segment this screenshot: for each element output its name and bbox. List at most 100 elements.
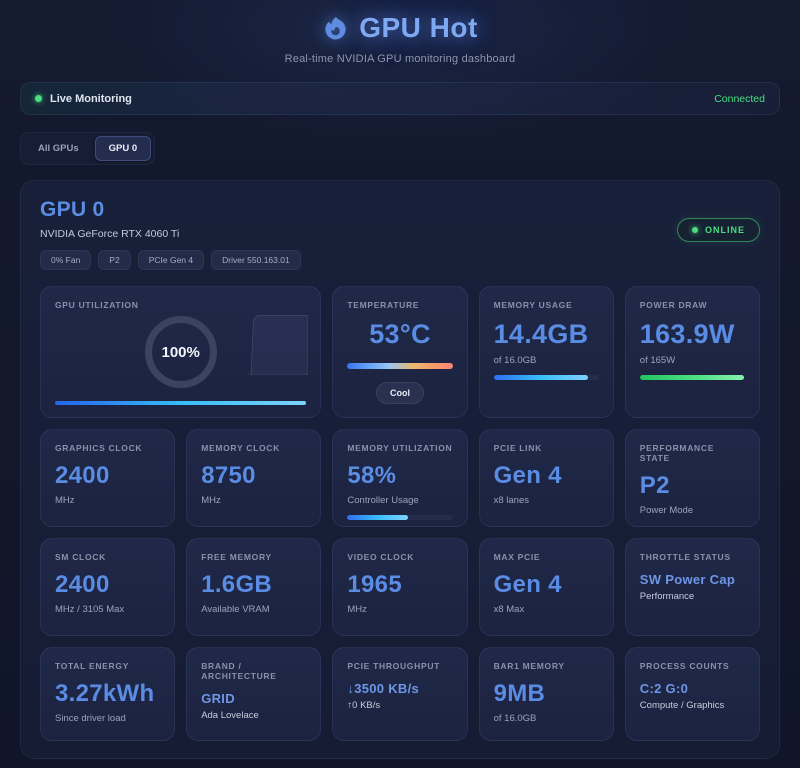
card-memory-utilization: MEMORY UTILIZATION 58% Controller Usage [332, 429, 467, 527]
graphics-clock-sub: MHz [55, 495, 160, 506]
badge-pstate: P2 [98, 250, 130, 270]
card-sm-clock: SM CLOCK 2400 MHz / 3105 Max [40, 538, 175, 636]
gpu-badges: 0% Fan P2 PCIe Gen 4 Driver 550.163.01 [40, 250, 760, 270]
total-energy-sub: Since driver load [55, 713, 160, 724]
connection-status: Connected [714, 93, 765, 105]
graphics-clock-value: 2400 [55, 462, 160, 490]
card-power-draw: POWER DRAW 163.9W of 165W [625, 286, 760, 418]
card-label: PROCESS COUNTS [640, 661, 745, 671]
card-label: MEMORY UTILIZATION [347, 443, 452, 453]
gpu-name: NVIDIA GeForce RTX 4060 Ti [40, 228, 760, 240]
memory-clock-value: 8750 [201, 462, 306, 490]
card-max-pcie: MAX PCIE Gen 4 x8 Max [479, 538, 614, 636]
process-counts-sub: Compute / Graphics [640, 700, 745, 711]
card-label: SM CLOCK [55, 552, 160, 562]
card-process-counts: PROCESS COUNTS C:2 G:0 Compute / Graphic… [625, 647, 760, 741]
app-title: GPU Hot [359, 12, 478, 44]
flame-icon [322, 15, 349, 42]
power-draw-sub: of 165W [640, 355, 745, 366]
process-counts-value: C:2 G:0 [640, 681, 745, 696]
gpu-title: GPU 0 [40, 198, 760, 222]
card-label: VIDEO CLOCK [347, 552, 452, 562]
live-dot-icon [35, 95, 42, 102]
card-label: MEMORY CLOCK [201, 443, 306, 453]
app-header: GPU Hot Real-time NVIDIA GPU monitoring … [20, 12, 780, 65]
utilization-bar [55, 401, 306, 405]
tab-all-gpus[interactable]: All GPUs [24, 136, 93, 161]
card-memory-clock: MEMORY CLOCK 8750 MHz [186, 429, 321, 527]
card-throttle-status: THROTTLE STATUS SW Power Cap Performance [625, 538, 760, 636]
brand-value: GRID [201, 691, 306, 706]
gpu-tabs: All GPUs GPU 0 [20, 132, 155, 165]
card-label: GPU UTILIZATION [55, 300, 306, 310]
card-label: MAX PCIE [494, 552, 599, 562]
card-label: PERFORMANCE STATE [640, 443, 745, 463]
performance-state-value: P2 [640, 472, 745, 500]
power-draw-bar [640, 375, 745, 380]
card-memory-usage: MEMORY USAGE 14.4GB of 16.0GB [479, 286, 614, 418]
tab-gpu-0[interactable]: GPU 0 [95, 136, 152, 161]
card-label: BRAND / ARCHITECTURE [201, 661, 306, 681]
video-clock-sub: MHz [347, 604, 452, 615]
card-video-clock: VIDEO CLOCK 1965 MHz [332, 538, 467, 636]
card-graphics-clock: GRAPHICS CLOCK 2400 MHz [40, 429, 175, 527]
pcie-link-sub: x8 lanes [494, 495, 599, 506]
temperature-gradient-bar [347, 363, 452, 369]
badge-pcie: PCIe Gen 4 [138, 250, 204, 270]
gpu-panel: GPU 0 NVIDIA GeForce RTX 4060 Ti 0% Fan … [20, 180, 780, 759]
pcie-rx-value: ↓3500 KB/s [347, 681, 452, 696]
card-pcie-throughput: PCIE THROUGHPUT ↓3500 KB/s ↑0 KB/s [332, 647, 467, 741]
memory-usage-sub: of 16.0GB [494, 355, 599, 366]
card-label: FREE MEMORY [201, 552, 306, 562]
live-monitoring-label: Live Monitoring [50, 93, 132, 105]
utilization-value: 100% [162, 344, 200, 361]
architecture-sub: Ada Lovelace [201, 710, 306, 721]
sm-clock-value: 2400 [55, 571, 160, 599]
card-label: TEMPERATURE [347, 300, 452, 310]
badge-driver: Driver 550.163.01 [211, 250, 301, 270]
memory-utilization-value: 58% [347, 462, 452, 490]
utilization-sparkline [246, 313, 308, 375]
temperature-value: 53°C [347, 319, 452, 350]
memory-usage-bar [494, 375, 599, 380]
pcie-link-value: Gen 4 [494, 462, 599, 490]
temperature-status-pill: Cool [376, 382, 424, 404]
card-label: GRAPHICS CLOCK [55, 443, 160, 453]
video-clock-value: 1965 [347, 571, 452, 599]
utilization-gauge: 100% [145, 316, 217, 388]
card-label: POWER DRAW [640, 300, 745, 310]
bar1-memory-value: 9MB [494, 680, 599, 708]
card-gpu-utilization: GPU UTILIZATION 100% [40, 286, 321, 418]
memory-utilization-sub: Controller Usage [347, 495, 452, 506]
memory-clock-sub: MHz [201, 495, 306, 506]
sm-clock-sub: MHz / 3105 Max [55, 604, 160, 615]
card-label: BAR1 MEMORY [494, 661, 599, 671]
online-label: ONLINE [705, 225, 745, 235]
card-total-energy: TOTAL ENERGY 3.27kWh Since driver load [40, 647, 175, 741]
app-subtitle: Real-time NVIDIA GPU monitoring dashboar… [20, 53, 780, 65]
throttle-status-value: SW Power Cap [640, 572, 745, 587]
metric-grid: GPU UTILIZATION 100% TEMPERATURE 53°C [40, 286, 760, 741]
free-memory-sub: Available VRAM [201, 604, 306, 615]
memory-usage-value: 14.4GB [494, 319, 599, 350]
throttle-status-sub: Performance [640, 591, 745, 602]
online-badge: ONLINE [677, 218, 760, 242]
max-pcie-value: Gen 4 [494, 571, 599, 599]
card-label: TOTAL ENERGY [55, 661, 160, 671]
card-temperature: TEMPERATURE 53°C Cool [332, 286, 467, 418]
total-energy-value: 3.27kWh [55, 680, 160, 708]
free-memory-value: 1.6GB [201, 571, 306, 599]
pcie-tx-value: ↑0 KB/s [347, 700, 452, 711]
online-dot-icon [692, 227, 698, 233]
badge-fan: 0% Fan [40, 250, 91, 270]
card-performance-state: PERFORMANCE STATE P2 Power Mode [625, 429, 760, 527]
memory-utilization-bar [347, 515, 452, 520]
max-pcie-sub: x8 Max [494, 604, 599, 615]
card-label: PCIE THROUGHPUT [347, 661, 452, 671]
card-bar1-memory: BAR1 MEMORY 9MB of 16.0GB [479, 647, 614, 741]
gpu-panel-header: GPU 0 NVIDIA GeForce RTX 4060 Ti 0% Fan … [40, 198, 760, 270]
card-free-memory: FREE MEMORY 1.6GB Available VRAM [186, 538, 321, 636]
bar1-memory-sub: of 16.0GB [494, 713, 599, 724]
performance-state-sub: Power Mode [640, 505, 745, 516]
live-monitoring-bar: Live Monitoring Connected [20, 82, 780, 115]
